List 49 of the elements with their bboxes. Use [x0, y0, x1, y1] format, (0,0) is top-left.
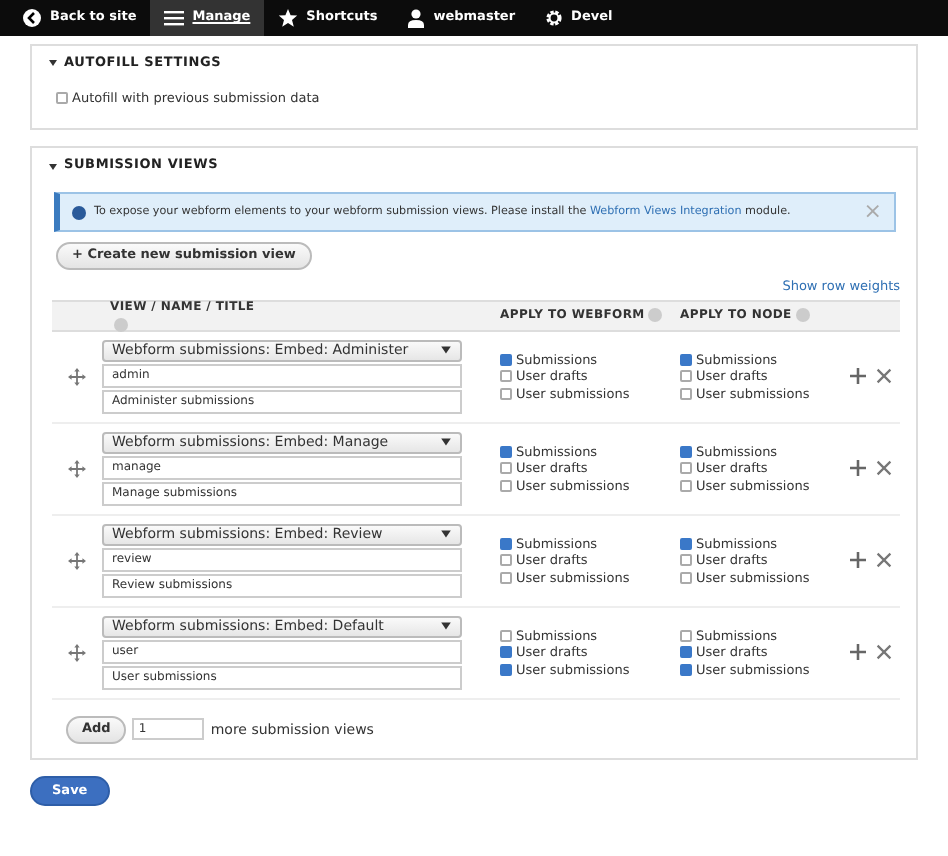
remove-icon[interactable] [876, 552, 892, 569]
checkbox[interactable] [680, 445, 692, 458]
remove-icon[interactable] [876, 460, 892, 477]
gear-icon [543, 8, 564, 28]
checkbox[interactable] [680, 479, 692, 492]
checkbox[interactable] [680, 646, 692, 659]
checkbox[interactable] [500, 370, 512, 383]
drag-handle-icon[interactable] [68, 643, 86, 662]
star-icon [278, 8, 299, 28]
remove-icon[interactable] [876, 644, 892, 661]
checkbox[interactable] [500, 445, 512, 458]
checkbox[interactable] [500, 479, 512, 492]
checkbox[interactable] [680, 537, 692, 550]
drag-handle-icon[interactable] [68, 551, 86, 570]
checkbox[interactable] [500, 353, 512, 366]
checkbox[interactable] [680, 571, 692, 584]
caret-icon [440, 620, 452, 633]
triangle-icon [48, 58, 58, 69]
checkbox[interactable] [680, 554, 692, 567]
checkbox[interactable] [56, 92, 68, 104]
checkbox[interactable] [500, 646, 512, 659]
checkbox[interactable] [500, 554, 512, 567]
drag-handle-icon[interactable] [68, 367, 86, 386]
checkbox[interactable] [680, 663, 692, 676]
checkbox[interactable] [680, 370, 692, 383]
checkbox[interactable] [500, 629, 512, 642]
back-icon [22, 8, 42, 28]
checkbox[interactable] [680, 353, 692, 366]
checkbox[interactable] [680, 629, 692, 642]
caret-icon [440, 344, 452, 357]
checkbox[interactable] [500, 663, 512, 676]
caret-icon [440, 436, 452, 449]
checkbox[interactable] [500, 387, 512, 400]
add-icon[interactable] [850, 552, 866, 569]
checkbox[interactable] [680, 462, 692, 475]
info-icon [72, 205, 86, 220]
drag-handle-icon[interactable] [68, 459, 86, 478]
checkbox[interactable] [500, 571, 512, 584]
checkbox[interactable] [680, 387, 692, 400]
checkbox[interactable] [500, 537, 512, 550]
menu-icon [164, 8, 185, 28]
add-icon[interactable] [850, 368, 866, 385]
user-icon [405, 8, 426, 28]
caret-icon [440, 528, 452, 541]
triangle-icon [48, 161, 58, 172]
checkbox[interactable] [500, 462, 512, 475]
remove-icon[interactable] [876, 368, 892, 385]
add-icon[interactable] [850, 460, 866, 477]
add-icon[interactable] [850, 644, 866, 661]
